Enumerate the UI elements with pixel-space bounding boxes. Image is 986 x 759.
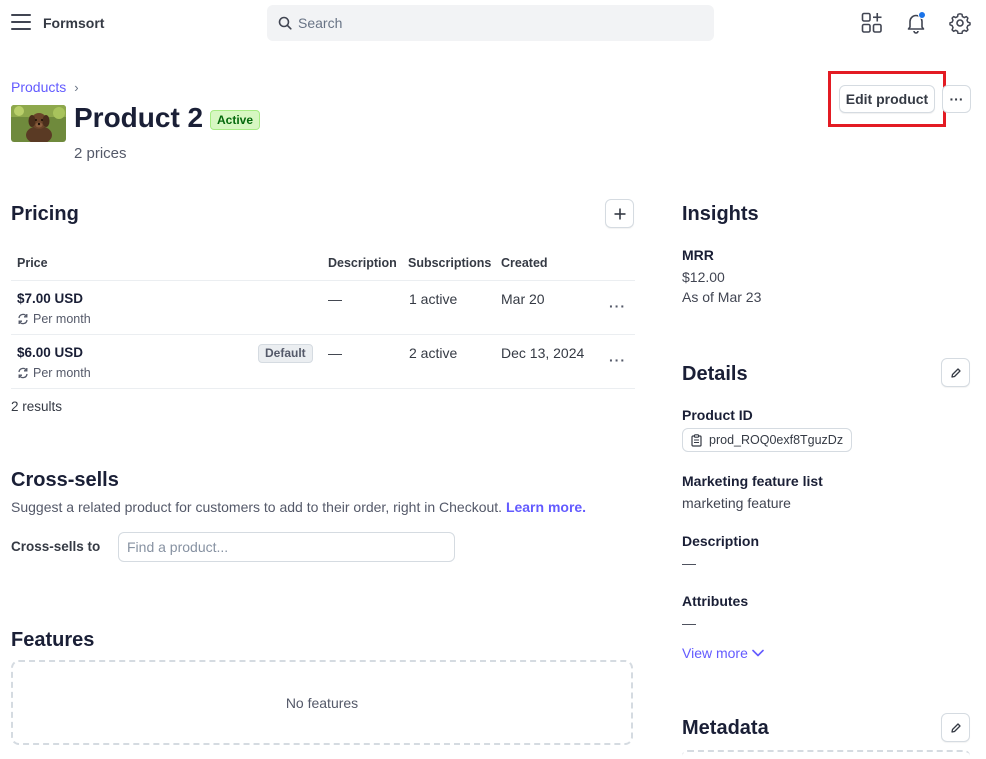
cross-sells-text: Suggest a related product for customers …: [11, 499, 503, 515]
price-count: 2 prices: [74, 145, 127, 162]
column-header-created[interactable]: Created: [501, 256, 548, 270]
search-icon: [278, 16, 292, 30]
search-bar[interactable]: [267, 5, 714, 41]
mrr-value: $12.00: [682, 269, 725, 285]
row-more-icon[interactable]: ···: [609, 298, 626, 314]
divider: [11, 280, 635, 281]
apps-add-icon[interactable]: [861, 12, 883, 34]
pencil-icon: [950, 722, 961, 733]
attributes-value: —: [682, 615, 696, 631]
search-input[interactable]: [298, 5, 698, 41]
menu-icon[interactable]: [11, 14, 31, 31]
insights-heading: Insights: [682, 203, 759, 225]
billing-interval: Per month: [17, 366, 91, 380]
metadata-empty-box: [682, 750, 970, 759]
billing-interval: Per month: [17, 312, 91, 326]
column-header-price[interactable]: Price: [17, 256, 48, 270]
clipboard-icon: [691, 434, 702, 447]
cross-sells-heading: Cross-sells: [11, 469, 119, 491]
interval-label: Per month: [33, 312, 91, 326]
marketing-feature-value: marketing feature: [682, 495, 791, 511]
price-amount: $6.00 USD: [17, 345, 84, 360]
default-badge: Default: [258, 344, 313, 363]
features-heading: Features: [11, 629, 95, 651]
created-date: Mar 20: [501, 291, 545, 307]
find-product-input[interactable]: [118, 532, 455, 562]
settings-gear-icon[interactable]: [949, 12, 971, 35]
price-amount: $7.00 USD: [17, 291, 84, 306]
subscriptions-count: 2 active: [409, 345, 458, 361]
features-empty-state: No features: [11, 660, 633, 745]
no-features-text: No features: [285, 695, 359, 711]
cross-sells-label: Cross-sells to: [11, 539, 101, 554]
mrr-as-of: As of Mar 23: [682, 289, 762, 305]
breadcrumb: Products ›: [11, 79, 79, 95]
product-id-label: Product ID: [682, 407, 753, 423]
product-id-value: prod_ROQ0exf8TguzDz: [709, 433, 844, 447]
edit-metadata-button[interactable]: [941, 713, 970, 742]
cross-sells-description: Suggest a related product for customers …: [11, 499, 586, 515]
price-description: —: [328, 345, 342, 361]
learn-more-link[interactable]: Learn more.: [506, 499, 586, 515]
column-header-subscriptions[interactable]: Subscriptions: [408, 256, 491, 270]
chevron-down-icon: [752, 649, 764, 657]
add-price-button[interactable]: [605, 199, 634, 228]
breadcrumb-products-link[interactable]: Products: [11, 79, 66, 95]
description-value: —: [682, 555, 696, 571]
column-header-description[interactable]: Description: [328, 256, 397, 270]
recurring-icon: [18, 313, 28, 325]
notification-bell-icon[interactable]: [905, 11, 927, 34]
page-title: Product 2: [74, 102, 204, 133]
account-name[interactable]: Formsort: [43, 15, 104, 31]
details-heading: Details: [682, 363, 748, 385]
chevron-right-icon: ›: [74, 79, 79, 95]
edit-details-button[interactable]: [941, 358, 970, 387]
interval-label: Per month: [33, 366, 91, 380]
results-count: 2 results: [11, 399, 63, 414]
description-label: Description: [682, 533, 760, 549]
more-actions-button[interactable]: ···: [942, 85, 971, 113]
row-more-icon[interactable]: ···: [609, 352, 626, 368]
view-more-link[interactable]: View more: [682, 645, 764, 661]
marketing-feature-label: Marketing feature list: [682, 473, 823, 489]
subscriptions-count: 1 active: [409, 291, 458, 307]
notification-dot: [918, 11, 926, 19]
mrr-label: MRR: [682, 247, 714, 263]
product-id-copy[interactable]: prod_ROQ0exf8TguzDz: [682, 428, 853, 452]
price-description: —: [328, 291, 342, 307]
metadata-heading: Metadata: [682, 717, 769, 739]
top-bar: Formsort: [0, 0, 986, 46]
divider: [11, 388, 635, 389]
attributes-label: Attributes: [682, 593, 749, 609]
recurring-icon: [18, 367, 28, 379]
pricing-heading: Pricing: [11, 203, 79, 225]
status-badge: Active: [210, 110, 261, 130]
plus-icon: [614, 208, 625, 219]
view-more-label: View more: [682, 645, 748, 661]
product-image: [11, 105, 66, 142]
divider: [11, 334, 635, 335]
pencil-icon: [950, 367, 961, 378]
created-date: Dec 13, 2024: [501, 345, 585, 361]
edit-product-button[interactable]: Edit product: [839, 85, 935, 113]
